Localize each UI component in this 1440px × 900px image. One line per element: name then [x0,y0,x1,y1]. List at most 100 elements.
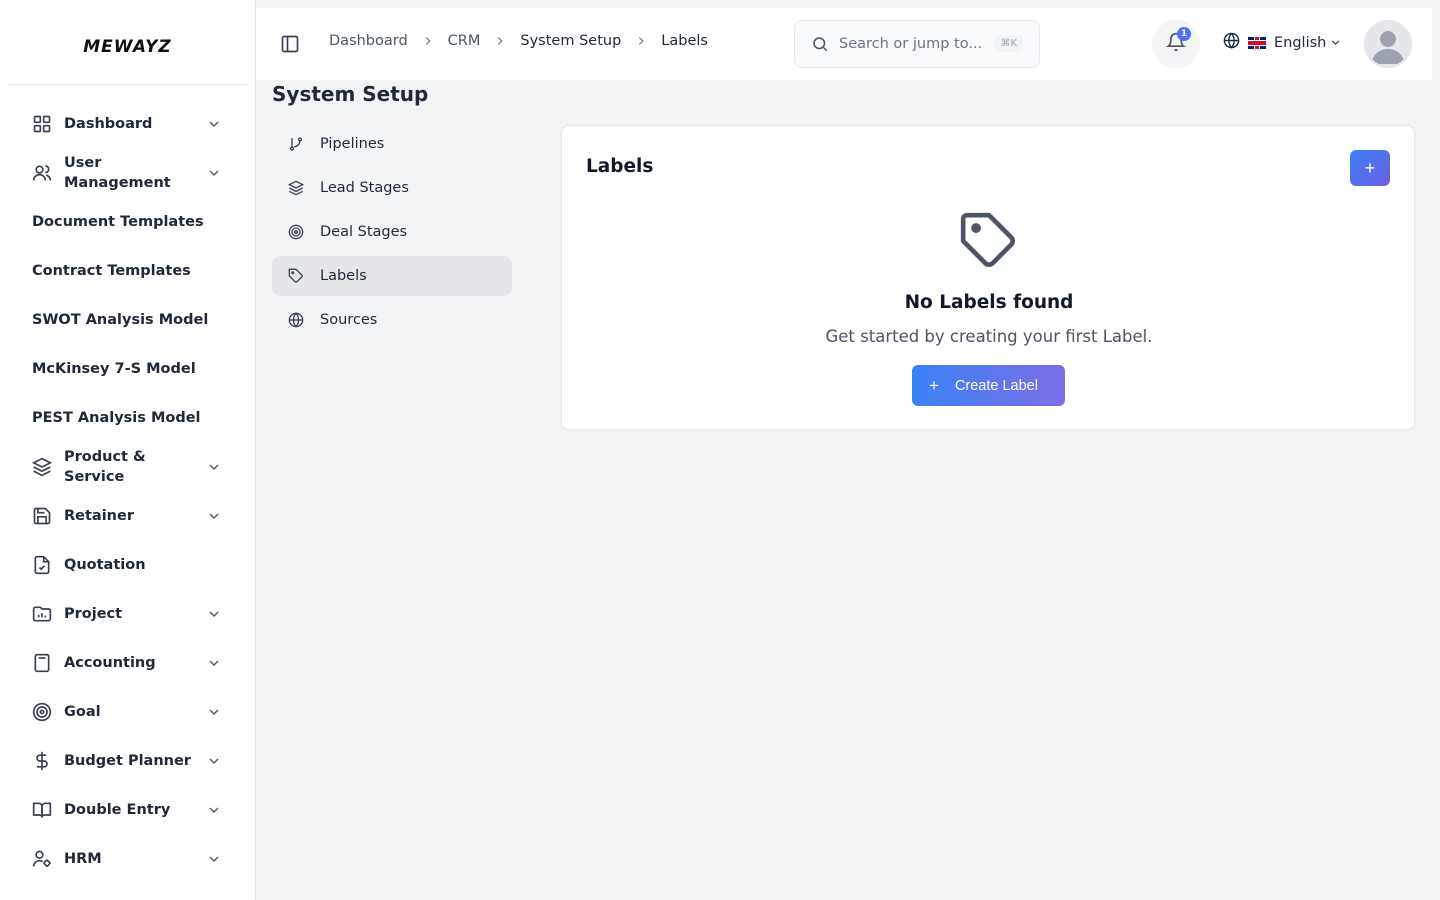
sidebar-item-retainer[interactable]: Retainer [24,506,234,526]
sidebar-item-hrm[interactable]: HRM [24,849,234,869]
subnav-label: Deal Stages [320,224,408,240]
target-icon [288,224,304,240]
sidebar-item-label: SWOT Analysis Model [32,312,209,328]
sidebar-item-label: Goal [64,704,101,720]
chevron-down-icon [206,753,222,769]
breadcrumb-crm[interactable]: CRM [448,33,481,49]
sidebar-item-label: Dashboard [64,116,153,132]
sidebar-item-label: Document Templates [32,214,204,230]
notifications-button[interactable]: 1 [1152,20,1200,68]
brand-logo[interactable]: MEWAYZ [83,27,172,57]
card-title: Labels [586,156,654,177]
chevron-down-icon [206,802,222,818]
git-branch-icon [288,136,304,152]
subnav-sources[interactable]: Sources [272,300,512,340]
empty-state-subtitle: Get started by creating your first Label… [825,327,1153,346]
tag-icon [958,210,1020,272]
chevron-right-icon [634,34,648,48]
globe-icon [288,312,304,328]
sidebar-item-label: HRM [64,851,102,867]
uk-flag-icon [1248,36,1266,49]
sidebar-item-double-entry[interactable]: Double Entry [24,800,234,820]
sidebar-item-document-templates[interactable]: Document Templates [24,212,234,232]
chevron-down-icon [1329,36,1342,49]
sidebar-item-label: Project [64,606,123,622]
sidebar-toggle-icon[interactable] [280,34,300,54]
empty-state-title: No Labels found [904,292,1074,313]
subnav-labels[interactable]: Labels [272,256,512,296]
user-cog-icon [32,849,52,869]
sidebar-item-label: Budget Planner [64,753,191,769]
breadcrumb: Dashboard CRM System Setup Labels [329,33,708,49]
tag-icon [288,268,304,284]
language-selector[interactable]: English [1223,32,1342,53]
users-icon [32,163,52,183]
add-label-button[interactable]: + [1350,150,1390,186]
sidebar-item-quotation[interactable]: Quotation [24,555,234,575]
layers-icon [32,457,52,477]
sidebar-item-dashboard[interactable]: Dashboard [24,114,234,134]
sidebar-item-label: Retainer [64,508,134,524]
folder-chart-icon [32,604,52,624]
grid-icon [32,114,52,134]
file-check-icon [32,555,52,575]
sidebar-item-pest[interactable]: PEST Analysis Model [24,408,234,428]
globe-icon [1223,32,1240,53]
user-avatar-icon [1372,31,1404,64]
sidebar-item-swot[interactable]: SWOT Analysis Model [24,310,234,330]
save-icon [32,506,52,526]
breadcrumb-dashboard[interactable]: Dashboard [329,33,408,49]
sidebar-item-contract-templates[interactable]: Contract Templates [24,261,234,281]
subnav-label: Pipelines [320,136,385,152]
layers-icon [287,180,305,196]
sidebar-item-label: Double Entry [64,802,171,818]
top-header: Dashboard CRM System Setup Labels Search… [256,8,1432,80]
sidebar-item-label: Accounting [64,655,156,671]
chevron-down-icon [206,606,222,622]
chevron-right-icon [493,34,507,48]
search-input[interactable]: Search or jump to... ⌘K [794,20,1040,68]
breadcrumb-labels: Labels [661,33,708,49]
book-open-icon [32,800,52,820]
chevron-down-icon [206,704,222,720]
sidebar: MEWAYZ Dashboard User Management Documen… [0,0,256,900]
labels-card: Labels + No Labels found Get started by … [561,125,1415,430]
sidebar-item-label: User Management [64,155,171,191]
chevron-down-icon [206,165,222,181]
sidebar-item-budget-planner[interactable]: Budget Planner [24,751,234,771]
search-shortcut: ⌘K [994,35,1023,52]
plus-icon: + [929,375,939,395]
subnav-lead-stages[interactable]: Lead Stages [272,168,512,208]
subnav-label: Lead Stages [320,180,409,196]
search-icon [811,35,829,53]
sidebar-item-goal[interactable]: Goal [24,702,234,722]
sidebar-item-label: McKinsey 7-S Model [32,361,196,377]
sidebar-item-label: Contract Templates [32,263,191,279]
sidebar-item-accounting[interactable]: Accounting [24,653,234,673]
notification-badge: 1 [1177,27,1191,41]
subnav-label: Labels [320,268,367,284]
subnav-label: Sources [320,312,378,328]
sidebar-item-product-service[interactable]: Product & Service [24,447,234,487]
chevron-down-icon [206,655,222,671]
sidebar-item-mckinsey[interactable]: McKinsey 7-S Model [24,359,234,379]
chevron-down-icon [206,508,222,524]
breadcrumb-system-setup[interactable]: System Setup [520,33,621,49]
create-label-button[interactable]: + Create Label [912,365,1065,406]
chevron-down-icon [206,459,222,475]
page-title: System Setup [272,82,429,106]
search-placeholder: Search or jump to... [839,36,983,52]
sidebar-item-label: PEST Analysis Model [32,410,201,426]
create-label-text: Create Label [954,377,1038,394]
avatar[interactable] [1364,20,1412,68]
subnav-pipelines[interactable]: Pipelines [272,124,512,164]
sidebar-item-user-management[interactable]: User Management [24,153,234,193]
chevron-right-icon [421,34,435,48]
subnav-deal-stages[interactable]: Deal Stages [272,212,512,252]
sidebar-item-project[interactable]: Project [24,604,234,624]
dollar-icon [32,751,52,771]
sidebar-item-label: Quotation [64,557,146,573]
calculator-icon [32,653,52,673]
language-label: English [1274,34,1327,51]
logo-area: MEWAYZ [8,0,247,85]
